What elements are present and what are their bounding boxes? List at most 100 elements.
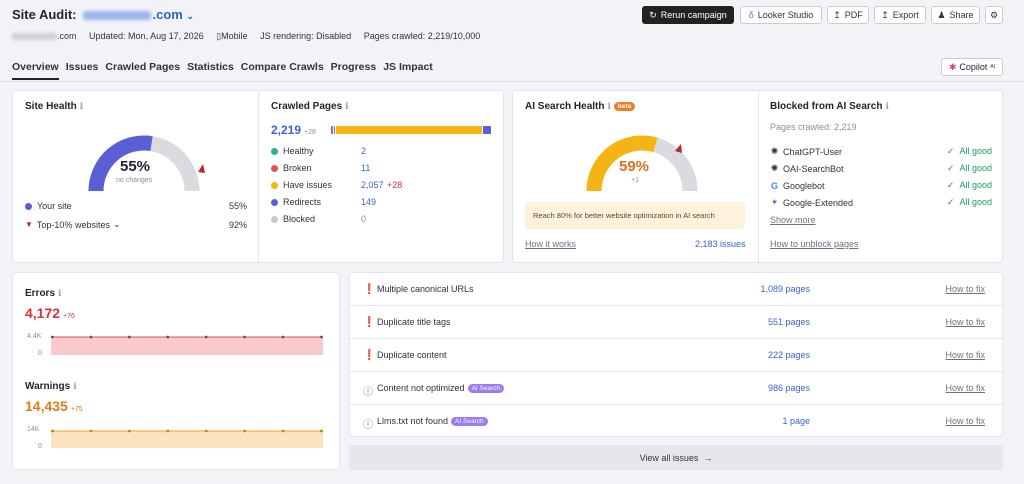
issue-row[interactable]: ❗ Duplicate content 222 pages How to fix <box>350 339 1004 372</box>
issues-list-card: ❗ Multiple canonical URLs 1,089 pages How t… <box>349 272 1004 438</box>
crawled-total[interactable]: 2,219 +28 <box>271 123 316 137</box>
how-to-unblock-link[interactable]: How to unblock pages <box>770 239 859 249</box>
copilot-button[interactable]: ✱ Copilot AI <box>941 58 1003 76</box>
how-it-works-link[interactable]: How it works <box>525 239 576 249</box>
bot-status: All good <box>959 146 992 156</box>
issue-count-link[interactable]: 222 pages <box>768 350 810 360</box>
errors-area <box>51 337 323 355</box>
tab-statistics[interactable]: Statistics <box>187 61 234 80</box>
pdf-button[interactable]: ↥ PDF <box>827 6 869 24</box>
ai-search-card: AI Search Health ℹ beta 59% +1 Reach 80% f… <box>512 90 1003 264</box>
issue-count-link[interactable]: 986 pages <box>768 383 810 393</box>
bot-name: ChatGPT-User <box>783 146 843 157</box>
row-value: 149 <box>361 197 377 207</box>
trend-point <box>243 429 247 433</box>
bot-status-wrap: ✓ All good <box>947 197 992 208</box>
trend-point <box>51 335 54 339</box>
issue-row[interactable]: ⓘ Content not optimized AI Search 986 pages… <box>350 372 1004 405</box>
export-button[interactable]: ↥ Export <box>874 6 926 24</box>
tab-overview[interactable]: Overview <box>12 61 59 80</box>
bar-segment <box>483 126 491 134</box>
errors-warnings-card: Errors ℹ 4,172 +76 4.4K 0 Warnings ℹ 14,435… <box>12 272 340 470</box>
share-button[interactable]: ♟ Share <box>931 6 980 24</box>
trend-point <box>51 429 54 433</box>
warnings-chart <box>51 429 323 448</box>
crawled-row-healthy[interactable]: Healthy 2 <box>271 146 401 156</box>
trend-point <box>166 429 170 433</box>
crawled-row-broken[interactable]: Broken 11 <box>271 163 401 173</box>
bot-status: All good <box>959 197 992 207</box>
trend-point <box>320 429 323 433</box>
upload-icon: ↥ <box>833 9 841 20</box>
warnings-value[interactable]: 14,435 +75 <box>25 398 83 414</box>
crawled-pages-bar <box>331 126 491 134</box>
how-to-fix-link[interactable]: How to fix <box>945 317 985 327</box>
issue-count-link[interactable]: 1,089 pages <box>760 284 810 294</box>
trend-point <box>320 335 323 339</box>
tab-bar: Overview Issues Crawled Pages Statistics… <box>12 61 440 80</box>
tab-progress[interactable]: Progress <box>331 61 377 80</box>
issue-row[interactable]: ⓘ Llms.txt not found AI Search 1 page How to… <box>350 405 1004 438</box>
errors-chart <box>51 335 323 355</box>
errors-value[interactable]: 4,172 +76 <box>25 305 75 321</box>
info-icon: ⓘ <box>363 387 373 398</box>
trend-point <box>89 335 93 339</box>
ai-search-badge: AI Search <box>467 384 505 394</box>
legend-dot <box>271 215 278 223</box>
tab-js-impact[interactable]: JS Impact <box>383 61 433 80</box>
chevron-down-icon[interactable]: ⌄ <box>186 11 194 21</box>
row-label: Blocked <box>283 214 316 224</box>
bot-row: ✦ Google-Extended ✓ All good <box>770 197 992 208</box>
how-to-fix-link[interactable]: How to fix <box>945 350 985 360</box>
info-icon: ℹ <box>345 101 349 111</box>
issue-count-link[interactable]: 551 pages <box>768 317 810 327</box>
tab-compare-crawls[interactable]: Compare Crawls <box>241 61 324 80</box>
row-value: 2,057 <box>361 180 384 190</box>
site-health-sub: no changes <box>116 177 153 184</box>
issue-count-link[interactable]: 1 page <box>782 416 810 426</box>
blocked-ai-sub: Pages crawled: 2,219 <box>770 122 857 132</box>
row-value: 0 <box>361 214 367 224</box>
row-value: 11 <box>361 163 371 173</box>
warnings-title: Warnings ℹ <box>25 381 77 392</box>
info-icon: ℹ <box>885 101 889 111</box>
issue-row[interactable]: ❗ Duplicate title tags 551 pages How to fix <box>350 306 1004 339</box>
crawled-row-have-issues[interactable]: Have issues 2,057 +28 <box>271 180 402 190</box>
rerun-campaign-button[interactable]: ↻ Rerun campaign <box>642 6 734 24</box>
bot-status-wrap: ✓ All good <box>947 146 992 157</box>
bar-segment <box>336 126 483 134</box>
trend-point <box>204 335 208 339</box>
crawled-row-blocked[interactable]: Blocked 0 <box>271 214 401 224</box>
crawled-row-redirects[interactable]: Redirects 149 <box>271 197 401 207</box>
check-icon: ✓ <box>946 163 955 173</box>
view-all-issues-button[interactable]: View all issues → <box>349 445 1003 470</box>
openai-icon: ✺ <box>770 146 779 156</box>
row-label: Broken <box>283 163 312 173</box>
settings-button[interactable]: ⚙ <box>985 6 1003 24</box>
how-to-fix-link[interactable]: How to fix <box>945 383 985 393</box>
issue-label: Llms.txt not found AI Search <box>377 416 488 427</box>
legend-top-10[interactable]: ▼ Top-10% websites ⌄ 92% <box>25 219 247 230</box>
ai-search-badge: AI Search <box>451 417 488 427</box>
legend-dot <box>25 202 32 210</box>
warnings-ymin: 0 <box>38 443 42 450</box>
how-to-fix-link[interactable]: How to fix <box>945 284 985 294</box>
legend-dot <box>271 164 278 172</box>
looker-studio-button[interactable]: δ Looker Studio <box>740 6 822 24</box>
gemini-icon: ✦ <box>770 197 779 207</box>
errors-title: Errors ℹ <box>25 288 62 299</box>
title-domain[interactable]: .com <box>153 7 183 22</box>
row-label: Redirects <box>283 197 322 207</box>
warnings-ymax: 14K <box>27 426 40 433</box>
legend-dot <box>271 198 278 206</box>
tab-crawled-pages[interactable]: Crawled Pages <box>105 61 180 80</box>
ai-issues-link[interactable]: 2,183 issues <box>695 239 746 249</box>
issue-row[interactable]: ❗ Multiple canonical URLs 1,089 pages How t… <box>350 273 1004 306</box>
tab-issues[interactable]: Issues <box>66 61 99 80</box>
how-to-fix-link[interactable]: How to fix <box>945 416 985 426</box>
show-more-link[interactable]: Show more <box>770 215 816 225</box>
check-icon: ✓ <box>946 197 955 207</box>
bot-status-wrap: ✓ All good <box>947 180 992 191</box>
error-icon: ❗ <box>363 350 376 361</box>
copilot-icon: ✱ <box>948 61 957 72</box>
